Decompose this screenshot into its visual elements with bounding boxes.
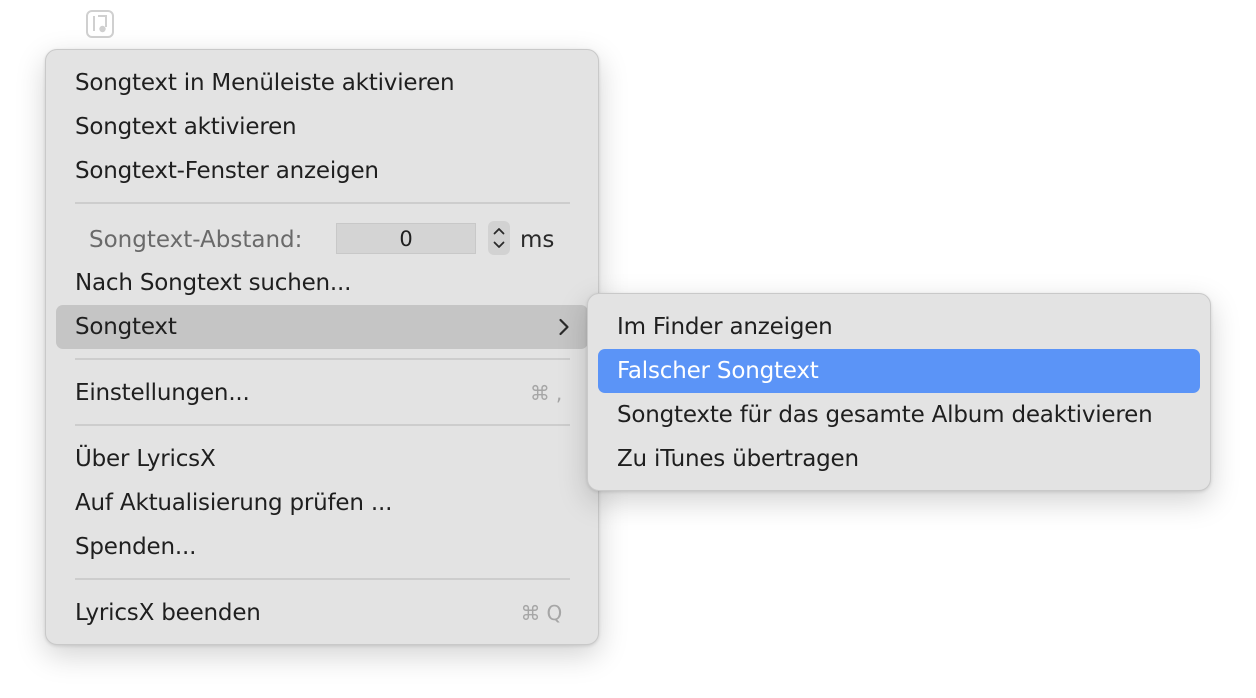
menu-separator <box>75 578 570 580</box>
menu-item-songtext[interactable]: Songtext <box>56 305 588 349</box>
menu-item-quit[interactable]: LyricsX beenden ⌘ Q <box>56 591 588 635</box>
menu-item-donate[interactable]: Spenden... <box>56 525 588 569</box>
menu-item-label: Falscher Songtext <box>617 358 819 384</box>
submenu-item-transfer-itunes[interactable]: Zu iTunes übertragen <box>598 437 1200 481</box>
menu-separator <box>75 358 570 360</box>
menu-item-label: Spenden... <box>75 534 197 560</box>
chevron-down-icon[interactable] <box>493 238 505 252</box>
menu-item-label: LyricsX beenden <box>75 600 261 626</box>
lyrics-offset-stepper[interactable] <box>488 221 510 255</box>
menu-item-settings[interactable]: Einstellungen... ⌘ , <box>56 371 588 415</box>
settings-shortcut: ⌘ , <box>529 381 562 405</box>
lyrics-offset-input[interactable] <box>336 223 476 254</box>
menu-item-about[interactable]: Über LyricsX <box>56 437 588 481</box>
quit-shortcut: ⌘ Q <box>520 601 563 625</box>
menu-separator <box>75 424 570 426</box>
menu-item-label: Im Finder anzeigen <box>617 314 833 340</box>
menu-item-label: Songtext in Menüleiste aktivieren <box>75 70 455 96</box>
menu-item-label: Songtext aktivieren <box>75 114 297 140</box>
submenu-item-wrong-lyrics[interactable]: Falscher Songtext <box>598 349 1200 393</box>
menu-separator <box>75 202 570 204</box>
menu-item-label: Songtexte für das gesamte Album deaktivi… <box>617 402 1153 428</box>
menu-item-search-lyrics[interactable]: Nach Songtext suchen... <box>56 261 588 305</box>
music-note-icon[interactable] <box>84 8 116 40</box>
menu-item-label: Songtext-Fenster anzeigen <box>75 158 379 184</box>
screen: Songtext in Menüleiste aktivieren Songte… <box>0 0 1256 698</box>
menu-item-label: Nach Songtext suchen... <box>75 270 352 296</box>
menu-item-show-lyrics-window[interactable]: Songtext-Fenster anzeigen <box>56 149 588 193</box>
menu-item-label: Songtext <box>75 314 177 340</box>
menu-item-label: Auf Aktualisierung prüfen ... <box>75 490 393 516</box>
chevron-right-icon <box>558 305 570 349</box>
menu-item-label: Über LyricsX <box>75 446 216 472</box>
submenu-item-show-in-finder[interactable]: Im Finder anzeigen <box>598 305 1200 349</box>
menu-item-check-updates[interactable]: Auf Aktualisierung prüfen ... <box>56 481 588 525</box>
menu-item-enable-menubar-lyrics[interactable]: Songtext in Menüleiste aktivieren <box>56 61 588 105</box>
main-menu: Songtext in Menüleiste aktivieren Songte… <box>45 49 599 645</box>
lyrics-offset-label: Songtext-Abstand: <box>89 227 303 253</box>
songtext-submenu: Im Finder anzeigen Falscher Songtext Son… <box>587 293 1211 491</box>
lyrics-offset-unit: ms <box>520 227 555 253</box>
menu-item-label: Einstellungen... <box>75 380 250 406</box>
menu-item-label: Zu iTunes übertragen <box>617 446 859 472</box>
submenu-item-disable-album-lyrics[interactable]: Songtexte für das gesamte Album deaktivi… <box>598 393 1200 437</box>
chevron-up-icon[interactable] <box>493 224 505 238</box>
lyrics-offset-row: Songtext-Abstand: ms <box>56 220 588 260</box>
menu-item-enable-lyrics[interactable]: Songtext aktivieren <box>56 105 588 149</box>
